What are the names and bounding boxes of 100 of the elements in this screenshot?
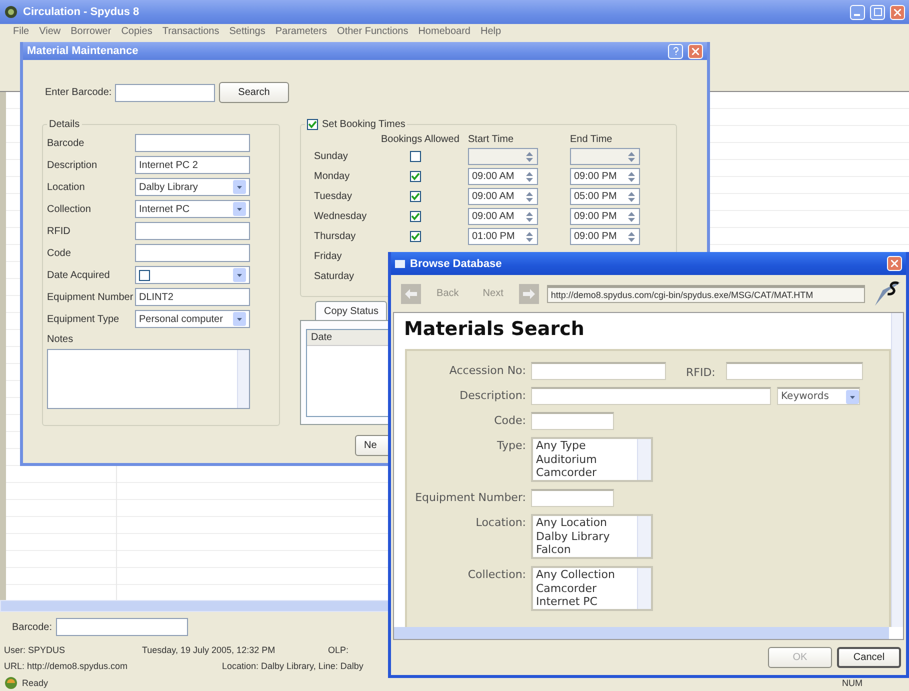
time-field[interactable]: 01:00 PM	[468, 228, 538, 245]
time-field[interactable]: 09:00 PM	[570, 168, 640, 185]
list-option[interactable]: Internet PC	[536, 595, 637, 608]
list-box[interactable]: Any Collection Camcorder Internet PC	[531, 566, 653, 611]
text-field[interactable]	[531, 489, 614, 507]
dropdown-field[interactable]: Internet PC	[135, 200, 250, 218]
text-field[interactable]	[135, 222, 250, 240]
checkbox[interactable]	[410, 211, 421, 222]
menu-item[interactable]: File	[8, 26, 34, 36]
dropdown-field[interactable]: Dalby Library	[135, 178, 250, 196]
tab[interactable]: Copy Status	[315, 301, 388, 320]
text-field[interactable]	[531, 387, 771, 405]
time-field[interactable]: 09:00 AM	[468, 168, 538, 185]
scrollbar[interactable]	[237, 350, 249, 408]
list-option[interactable]: Any Type	[536, 439, 637, 452]
url-field[interactable]: http://demo8.spydus.com/cgi-bin/spydus.exe/MSG/CAT/MAT.HTM	[546, 284, 865, 302]
group-title: Set Booking Times	[322, 119, 406, 130]
list-box[interactable]: Any Location Dalby Library Falcon	[531, 514, 653, 559]
dropdown-field[interactable]: Personal computer	[135, 310, 250, 328]
field-label: RFID:	[686, 364, 716, 378]
day-label: Saturday	[314, 270, 356, 284]
vertical-scrollbar[interactable]	[891, 313, 903, 627]
time-field[interactable]	[570, 148, 640, 165]
logo-icon	[872, 280, 902, 308]
date-field[interactable]	[135, 266, 250, 284]
field-label: Equipment Number:	[415, 490, 527, 506]
time-field[interactable]: 09:00 AM	[468, 208, 538, 225]
menu-item[interactable]: Other Functions	[332, 26, 414, 36]
text-field[interactable]	[531, 412, 614, 430]
list-box[interactable]: Any Type Auditorium Camcorder	[531, 437, 653, 482]
menu-item[interactable]: Settings	[224, 26, 270, 36]
scrollbar[interactable]	[637, 439, 651, 480]
close-button[interactable]	[890, 4, 905, 20]
window-icon	[395, 260, 405, 268]
forward-button[interactable]	[519, 284, 539, 304]
field-label: Description	[47, 160, 98, 170]
scrollbar[interactable]	[637, 516, 651, 557]
close-icon	[891, 260, 898, 267]
text-field[interactable]	[135, 134, 250, 152]
spin-arrows-icon	[525, 150, 534, 164]
field-label: Equipment Number	[47, 292, 134, 302]
day-label: Monday	[314, 170, 351, 184]
text-field[interactable]: DLINT2	[135, 288, 250, 306]
scrollbar[interactable]	[637, 568, 651, 609]
barcode-field[interactable]	[56, 618, 188, 636]
text-field[interactable]: Internet PC 2	[135, 156, 250, 174]
spin-arrows-icon	[627, 150, 636, 164]
field-label: Code:	[494, 413, 527, 429]
menu-item[interactable]: Homeboard	[413, 26, 476, 36]
close-button[interactable]	[688, 44, 703, 58]
text-field[interactable]	[726, 362, 864, 380]
field-label: Notes	[47, 334, 74, 345]
list-option[interactable]: Falcon	[536, 543, 637, 556]
menu-item[interactable]: Parameters	[270, 26, 332, 36]
list-option[interactable]: Camcorder	[536, 582, 637, 595]
time-field[interactable]	[468, 148, 538, 165]
close-icon	[894, 8, 901, 16]
list-option[interactable]: Auditorium	[536, 452, 637, 466]
menu-item[interactable]: Copies	[116, 26, 158, 36]
menu-item[interactable]: Borrower	[66, 26, 116, 36]
list-option[interactable]: Camcorder	[536, 466, 637, 480]
checkbox[interactable]	[410, 231, 421, 242]
status-icon	[4, 676, 18, 690]
help-button[interactable]	[668, 44, 683, 58]
time-field[interactable]: 09:00 PM	[570, 228, 640, 245]
notes-field[interactable]	[47, 349, 250, 409]
time-field[interactable]: 09:00 PM	[570, 208, 640, 225]
checkbox[interactable]	[410, 171, 421, 182]
app-icon	[4, 5, 18, 19]
window-title: Circulation - Spydus 8	[23, 6, 140, 18]
field-label: Accession No:	[449, 363, 527, 379]
list-option[interactable]: Any Location	[536, 516, 637, 530]
maximize-button[interactable]	[870, 4, 885, 20]
text-field[interactable]	[135, 244, 250, 262]
checkbox[interactable]	[410, 191, 421, 202]
minimize-button[interactable]	[850, 4, 865, 20]
menu-item[interactable]: Help	[475, 26, 506, 36]
close-icon	[692, 48, 699, 54]
text-field[interactable]	[531, 362, 666, 380]
time-field[interactable]: 05:00 PM	[570, 188, 640, 205]
dialog-button[interactable]: Cancel	[837, 647, 901, 668]
horizontal-scrollbar[interactable]	[394, 627, 889, 639]
menu-item[interactable]: Transactions	[157, 26, 224, 36]
barcode-field[interactable]	[115, 84, 215, 102]
field-label: Collection	[47, 204, 92, 214]
spin-arrows-icon	[627, 190, 636, 204]
dropdown-field[interactable]: Keywords	[777, 387, 860, 405]
close-button[interactable]	[887, 256, 902, 271]
back-button[interactable]	[401, 284, 421, 304]
time-field[interactable]: 09:00 AM	[468, 188, 538, 205]
list-option[interactable]: Dalby Library	[536, 530, 637, 543]
checkbox[interactable]	[307, 119, 318, 130]
field-label: Enter Barcode:	[45, 87, 111, 98]
checkbox[interactable]	[139, 270, 150, 280]
menu-item[interactable]: View	[34, 26, 66, 36]
list-option[interactable]: Any Collection	[536, 568, 637, 582]
search-button[interactable]: Search	[219, 82, 289, 103]
status-text: Ready	[22, 678, 50, 688]
spin-arrows-icon	[627, 230, 636, 244]
checkbox[interactable]	[410, 151, 421, 162]
